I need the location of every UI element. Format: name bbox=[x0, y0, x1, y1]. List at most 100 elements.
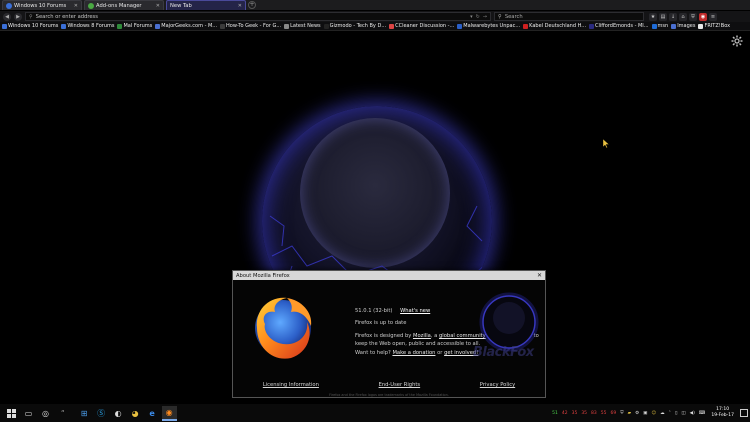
dialog-titlebar: About Mozilla Firefox ✕ bbox=[233, 271, 545, 280]
whats-new-link[interactable]: What's new bbox=[400, 308, 430, 314]
dialog-footer-links: Licensing Information End-User Rights Pr… bbox=[233, 382, 545, 388]
mozilla-link[interactable]: Mozilla bbox=[413, 333, 431, 339]
skype-icon[interactable]: Ⓢ bbox=[94, 406, 109, 421]
keyboard-icon[interactable]: ⌨ bbox=[698, 411, 707, 416]
desc-a: , a bbox=[430, 333, 438, 339]
bookmark-item[interactable]: CliffordEmonds - MI... bbox=[589, 23, 649, 29]
puzzle-icon bbox=[88, 2, 94, 9]
tab-strip: Windows 10 Forums ✕ Add-ons Manager ✕ Ne… bbox=[0, 0, 750, 11]
ccleaner-icon[interactable]: ◐ bbox=[111, 406, 126, 421]
shield-icon[interactable]: ⛨ bbox=[689, 12, 697, 21]
bookmark-favicon-icon bbox=[698, 23, 704, 29]
tray-value: 35 bbox=[571, 410, 578, 416]
windows-store-icon[interactable]: ⊞ bbox=[77, 406, 92, 421]
action-center-icon[interactable] bbox=[740, 409, 748, 417]
smiley-icon[interactable]: ☺ bbox=[650, 411, 657, 416]
reload-icon[interactable]: ↻ bbox=[476, 14, 480, 20]
bookmark-item[interactable]: Images bbox=[671, 23, 695, 29]
licensing-information-link[interactable]: Licensing Information bbox=[263, 382, 319, 388]
bookmark-item[interactable]: FRITZ!Box bbox=[698, 23, 730, 29]
bookmark-item[interactable]: MajorGeeks.com - M... bbox=[155, 23, 217, 29]
dialog-body: 51.0.1 (32-bit) What's new Firefox is up… bbox=[233, 280, 545, 397]
bookmark-label: msn bbox=[657, 23, 669, 29]
chrome-icon[interactable]: ◕ bbox=[128, 406, 143, 421]
bookmarks-toolbar: Windows 10 Forums Windows 8 Forums Mal For… bbox=[0, 22, 750, 31]
clock[interactable]: 17:10 19-Feb-17 bbox=[711, 407, 734, 419]
bookmark-item[interactable]: Windows 10 Forums bbox=[2, 23, 58, 29]
search-bar[interactable]: ⚲ Search bbox=[494, 12, 644, 21]
help-or: or bbox=[437, 350, 443, 356]
close-icon[interactable]: ✕ bbox=[537, 272, 542, 279]
bookmark-favicon-icon bbox=[651, 23, 657, 29]
make-donation-link[interactable]: Make a donation bbox=[392, 350, 435, 356]
about-firefox-dialog: About Mozilla Firefox ✕ 51.0.1 (32-bit) … bbox=[232, 270, 546, 398]
firefox-taskbar-icon[interactable]: ◉ bbox=[161, 405, 177, 421]
new-tab-button[interactable]: + bbox=[248, 1, 256, 9]
url-bar[interactable]: ⚲ Search or enter address ▾ ↻ → bbox=[25, 12, 491, 21]
firefox-logo-icon bbox=[255, 297, 312, 359]
bookmark-item[interactable]: Mal Forums bbox=[117, 23, 152, 29]
chevron-up-icon[interactable]: ˄ bbox=[668, 411, 672, 416]
gear-icon[interactable] bbox=[731, 35, 743, 47]
blackfox-brand-text: BlackFox bbox=[473, 345, 534, 360]
system-tray: 51 42 35 35 83 55 69 ⛨ ▰ ⚙ ▣ ☺ ☁ ˄ ▯ ◫ ◀… bbox=[551, 404, 748, 422]
bookmark-item[interactable]: Malwarebytes Unpac... bbox=[457, 23, 520, 29]
bookmark-item[interactable]: How-To Geek - For G... bbox=[220, 23, 281, 29]
battery-icon[interactable]: ▯ bbox=[674, 411, 678, 416]
adblock-icon[interactable]: ◉ bbox=[699, 12, 707, 21]
tab-new-tab[interactable]: New Tab ✕ bbox=[166, 0, 246, 10]
bookmark-favicon-icon bbox=[389, 23, 395, 29]
close-tab-icon[interactable]: ✕ bbox=[156, 3, 160, 9]
bookmark-item[interactable]: CCleaner Discussion -... bbox=[389, 23, 454, 29]
bookmark-item[interactable]: Kabel Deutschland H... bbox=[523, 23, 586, 29]
edge-icon[interactable]: e bbox=[145, 406, 160, 421]
forward-button[interactable]: ▶ bbox=[14, 12, 22, 21]
bookmark-item[interactable]: Gizmodo - Tech By D... bbox=[323, 23, 386, 29]
task-view-button[interactable]: ▭ bbox=[21, 406, 36, 421]
clipboard-icon[interactable]: ▣ bbox=[642, 411, 648, 416]
dropdown-arrow-icon[interactable]: ▾ bbox=[470, 14, 473, 20]
bookmark-star-icon[interactable]: ★ bbox=[649, 12, 657, 21]
bookmark-label: How-To Geek - For G... bbox=[226, 23, 282, 29]
close-tab-icon[interactable]: ✕ bbox=[74, 3, 78, 9]
search-icon: ⚲ bbox=[29, 13, 33, 20]
tray-value: 51 bbox=[552, 410, 558, 416]
shield-icon[interactable]: ⛨ bbox=[619, 410, 624, 416]
cloud-icon[interactable]: ☁ bbox=[659, 411, 666, 416]
downloads-icon[interactable]: ↓ bbox=[669, 12, 677, 21]
go-arrow-icon[interactable]: → bbox=[483, 14, 487, 20]
bookmarks-menu-icon[interactable]: ▤ bbox=[659, 12, 667, 21]
bookmark-item[interactable]: Latest News bbox=[284, 23, 321, 29]
tray-value: 35 bbox=[581, 410, 588, 416]
folder-icon[interactable]: ▰ bbox=[627, 411, 632, 416]
bookmark-item[interactable]: msn bbox=[651, 23, 669, 29]
end-user-rights-link[interactable]: End-User Rights bbox=[379, 382, 421, 388]
menu-hamburger-icon[interactable]: ≡ bbox=[709, 12, 717, 21]
back-button[interactable]: ◀ bbox=[3, 12, 11, 21]
bookmark-label: Latest News bbox=[290, 23, 321, 29]
mouse-cursor-icon bbox=[603, 139, 609, 148]
bookmark-favicon-icon bbox=[323, 23, 329, 29]
bookmark-favicon-icon bbox=[2, 23, 7, 29]
tab-addons-manager[interactable]: Add-ons Manager ✕ bbox=[84, 0, 164, 10]
bookmark-label: CliffordEmonds - MI... bbox=[595, 23, 649, 29]
privacy-policy-link[interactable]: Privacy Policy bbox=[480, 382, 515, 388]
bookmark-item[interactable]: Windows 8 Forums bbox=[61, 23, 114, 29]
home-icon[interactable]: ⌂ bbox=[679, 12, 687, 21]
bookmark-favicon-icon bbox=[117, 23, 123, 29]
desc-prefix: Firefox is designed by bbox=[355, 333, 412, 339]
close-tab-icon[interactable]: ✕ bbox=[238, 3, 242, 9]
start-button[interactable] bbox=[4, 406, 19, 421]
gear-tray-icon[interactable]: ⚙ bbox=[634, 411, 640, 416]
cortana-icon[interactable]: ◎ bbox=[38, 406, 53, 421]
bookmark-label: Malwarebytes Unpac... bbox=[463, 23, 521, 29]
tab-windows10forums[interactable]: Windows 10 Forums ✕ bbox=[2, 0, 82, 10]
network-icon[interactable]: ◫ bbox=[680, 411, 686, 416]
search-placeholder: Search bbox=[504, 13, 523, 20]
tray-value: 83 bbox=[591, 410, 597, 416]
bookmark-favicon-icon bbox=[284, 23, 290, 29]
bookmark-label: CCleaner Discussion -... bbox=[395, 23, 455, 29]
dialog-title: About Mozilla Firefox bbox=[236, 272, 290, 279]
volume-icon[interactable]: ◀) bbox=[689, 411, 696, 416]
help-prefix: Want to help? bbox=[355, 350, 391, 356]
